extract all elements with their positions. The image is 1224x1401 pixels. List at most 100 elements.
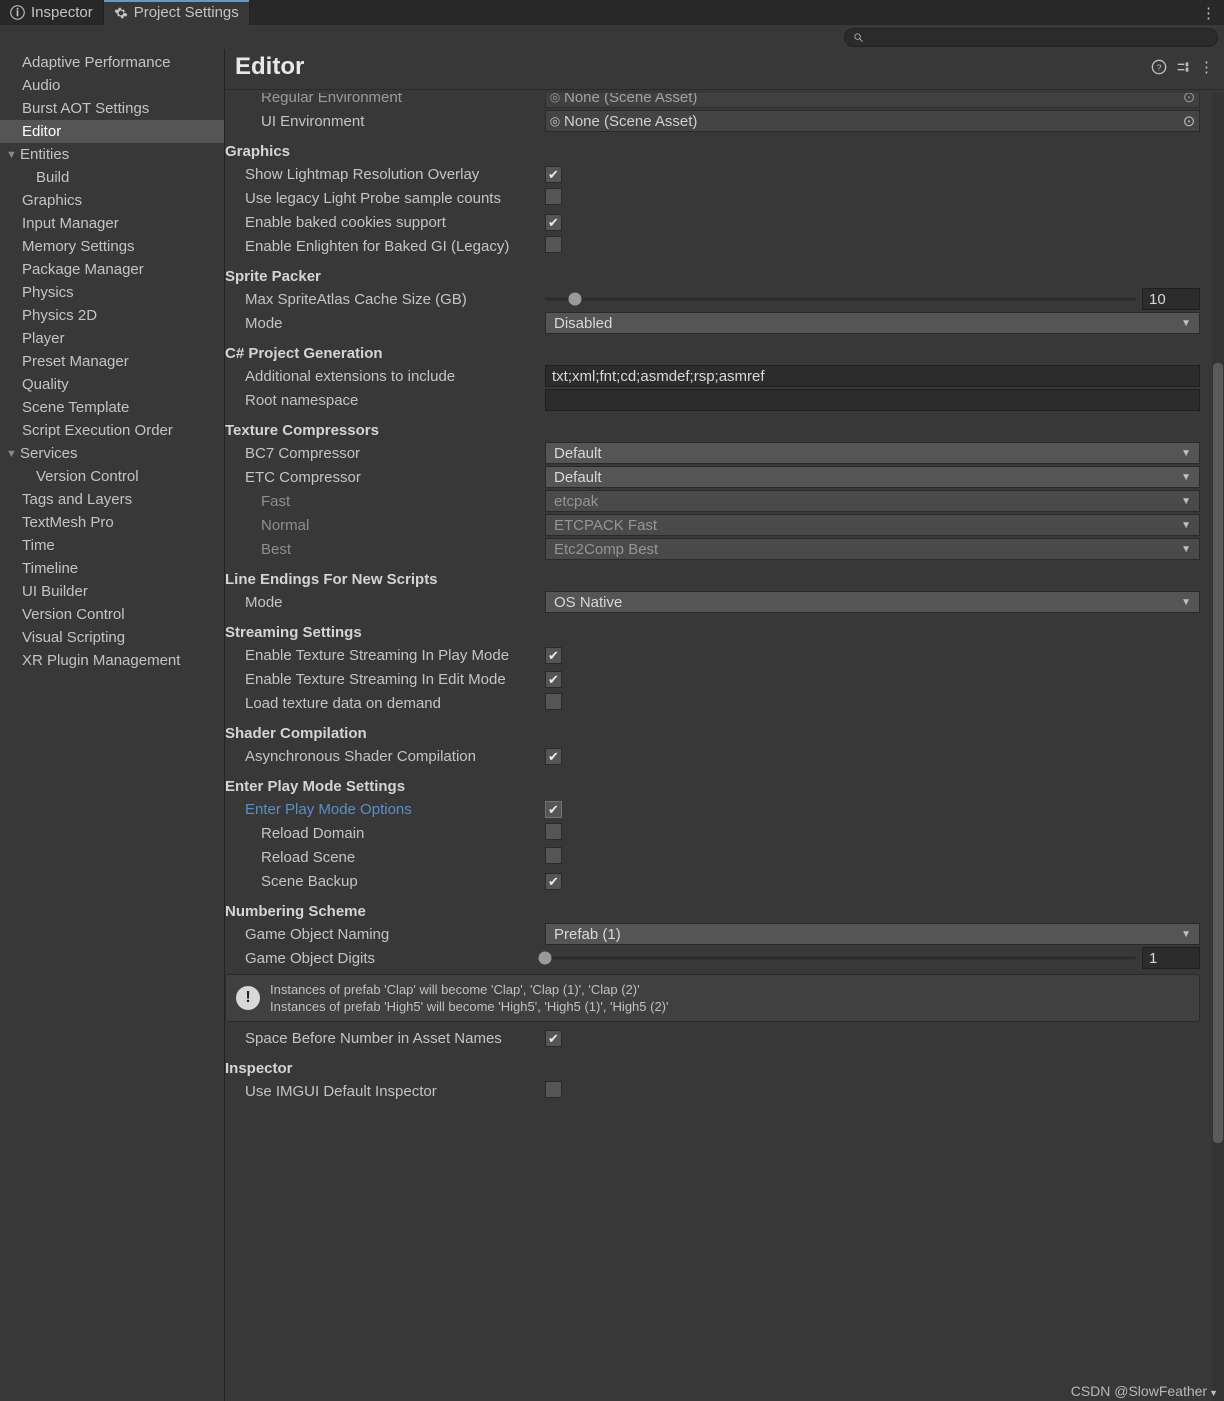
sidebar-item-visual-scripting[interactable]: Visual Scripting [0, 626, 224, 649]
help-icon[interactable]: ? [1151, 59, 1167, 75]
texture-streaming-edit-checkbox[interactable] [545, 671, 562, 688]
texture-streaming-play-checkbox[interactable] [545, 647, 562, 664]
async-shader-label: Asynchronous Shader Compilation [225, 748, 545, 765]
reload-scene-checkbox[interactable] [545, 847, 562, 864]
reload-domain-checkbox[interactable] [545, 823, 562, 840]
load-texture-demand-checkbox[interactable] [545, 693, 562, 710]
info-icon: ⓘ [10, 2, 25, 23]
sidebar-item-package-manager[interactable]: Package Manager [0, 258, 224, 281]
window-menu-button[interactable]: ⋮ [1193, 0, 1224, 25]
imgui-default-label: Use IMGUI Default Inspector [225, 1083, 545, 1100]
sidebar-item-physics[interactable]: Physics [0, 281, 224, 304]
sidebar-item-services[interactable]: ▼ Services [0, 442, 224, 465]
scene-backup-label: Scene Backup [225, 873, 545, 890]
kebab-icon: ⋮ [1201, 4, 1216, 22]
etc-dropdown[interactable]: Default▼ [545, 466, 1200, 488]
sidebar-item-audio[interactable]: Audio [0, 74, 224, 97]
section-graphics: Graphics [225, 133, 1206, 162]
page-title: Editor [235, 53, 1143, 81]
gear-icon [114, 6, 128, 20]
sidebar-item-physics-2d[interactable]: Physics 2D [0, 304, 224, 327]
scene-backup-checkbox[interactable] [545, 873, 562, 890]
section-texture-compressors: Texture Compressors [225, 412, 1206, 441]
section-line-endings: Line Endings For New Scripts [225, 561, 1206, 590]
chevron-down-icon: ▼ [1181, 472, 1191, 483]
scene-asset-icon: ◎ [546, 93, 564, 104]
texture-streaming-edit-label: Enable Texture Streaming In Edit Mode [225, 671, 545, 688]
chevron-down-icon: ▼ [1181, 496, 1191, 507]
line-ending-mode-dropdown[interactable]: OS Native▼ [545, 591, 1200, 613]
etc-normal-dropdown[interactable]: ETCPACK Fast▼ [545, 514, 1200, 536]
ui-environment-field[interactable]: ◎ None (Scene Asset) ⊙ [545, 110, 1200, 132]
tab-inspector[interactable]: ⓘ Inspector [0, 0, 104, 25]
show-lightmap-checkbox[interactable] [545, 166, 562, 183]
sidebar-item-entities-build[interactable]: Build [0, 166, 224, 189]
vertical-scrollbar[interactable] [1212, 93, 1224, 1401]
sidebar-item-version-control[interactable]: Version Control [0, 603, 224, 626]
atlas-cache-slider[interactable] [545, 290, 1136, 308]
baked-cookies-checkbox[interactable] [545, 214, 562, 231]
go-digits-slider[interactable] [545, 949, 1136, 967]
scrollbar-thumb[interactable] [1213, 363, 1223, 1143]
sidebar-item-time[interactable]: Time [0, 534, 224, 557]
sidebar-item-memory-settings[interactable]: Memory Settings [0, 235, 224, 258]
chevron-down-icon: ▼ [1181, 929, 1191, 940]
sidebar-item-scene-template[interactable]: Scene Template [0, 396, 224, 419]
kebab-icon[interactable]: ⋮ [1199, 58, 1214, 76]
sidebar-item-editor[interactable]: Editor [0, 120, 224, 143]
chevron-down-icon: ▼ [6, 145, 18, 165]
ui-environment-label: UI Environment [225, 113, 545, 130]
sidebar-item-timeline[interactable]: Timeline [0, 557, 224, 580]
enlighten-label: Enable Enlighten for Baked GI (Legacy) [225, 238, 545, 255]
settings-scroll: Regular Environment ◎ None (Scene Asset)… [225, 93, 1212, 1401]
sidebar-item-preset-manager[interactable]: Preset Manager [0, 350, 224, 373]
object-picker-icon[interactable]: ⊙ [1179, 112, 1199, 130]
bc7-dropdown[interactable]: Default▼ [545, 442, 1200, 464]
additional-ext-label: Additional extensions to include [225, 368, 545, 385]
sidebar-item-burst-aot[interactable]: Burst AOT Settings [0, 97, 224, 120]
sidebar-item-graphics[interactable]: Graphics [0, 189, 224, 212]
async-shader-checkbox[interactable] [545, 748, 562, 765]
sprite-mode-dropdown[interactable]: Disabled▼ [545, 312, 1200, 334]
go-naming-label: Game Object Naming [225, 926, 545, 943]
line-ending-mode-label: Mode [225, 594, 545, 611]
go-naming-dropdown[interactable]: Prefab (1)▼ [545, 923, 1200, 945]
sidebar-item-player[interactable]: Player [0, 327, 224, 350]
sidebar-item-ui-builder[interactable]: UI Builder [0, 580, 224, 603]
atlas-cache-value[interactable]: 10 [1142, 288, 1200, 310]
tab-project-settings[interactable]: Project Settings [104, 0, 250, 25]
section-sprite-packer: Sprite Packer [225, 258, 1206, 287]
etc-fast-dropdown[interactable]: etcpak▼ [545, 490, 1200, 512]
root-namespace-input[interactable] [545, 389, 1200, 411]
section-streaming: Streaming Settings [225, 614, 1206, 643]
legacy-lightprobe-checkbox[interactable] [545, 188, 562, 205]
sidebar-item-quality[interactable]: Quality [0, 373, 224, 396]
load-texture-demand-label: Load texture data on demand [225, 695, 545, 712]
sidebar-item-xr-plugin-management[interactable]: XR Plugin Management [0, 649, 224, 672]
additional-ext-input[interactable]: txt;xml;fnt;cd;asmdef;rsp;asmref [545, 365, 1200, 387]
sidebar-item-entities[interactable]: ▼ Entities [0, 143, 224, 166]
etc-best-dropdown[interactable]: Etc2Comp Best▼ [545, 538, 1200, 560]
object-picker-icon[interactable]: ⊙ [1179, 93, 1199, 106]
space-before-number-checkbox[interactable] [545, 1030, 562, 1047]
scene-asset-icon: ◎ [546, 114, 564, 128]
regular-environment-field[interactable]: ◎ None (Scene Asset) ⊙ [545, 93, 1200, 108]
go-digits-value[interactable]: 1 [1142, 947, 1200, 969]
sidebar-item-tags-layers[interactable]: Tags and Layers [0, 488, 224, 511]
enter-play-mode-options-checkbox[interactable] [545, 801, 562, 818]
search-input[interactable] [844, 28, 1218, 47]
imgui-default-checkbox[interactable] [545, 1081, 562, 1098]
enlighten-checkbox[interactable] [545, 236, 562, 253]
root-namespace-label: Root namespace [225, 392, 545, 409]
tab-bar: ⓘ Inspector Project Settings ⋮ [0, 0, 1224, 25]
sidebar-item-adaptive-performance[interactable]: Adaptive Performance [0, 51, 224, 74]
sidebar-item-services-version-control[interactable]: Version Control [0, 465, 224, 488]
sidebar-item-input-manager[interactable]: Input Manager [0, 212, 224, 235]
chevron-down-icon: ▼ [6, 444, 18, 464]
sidebar-item-script-execution-order[interactable]: Script Execution Order [0, 419, 224, 442]
section-csharp-project: C# Project Generation [225, 335, 1206, 364]
settings-icon[interactable] [1175, 59, 1191, 75]
chevron-down-icon: ▼ [1181, 597, 1191, 608]
sidebar-item-textmesh-pro[interactable]: TextMesh Pro [0, 511, 224, 534]
reload-scene-label: Reload Scene [225, 849, 545, 866]
